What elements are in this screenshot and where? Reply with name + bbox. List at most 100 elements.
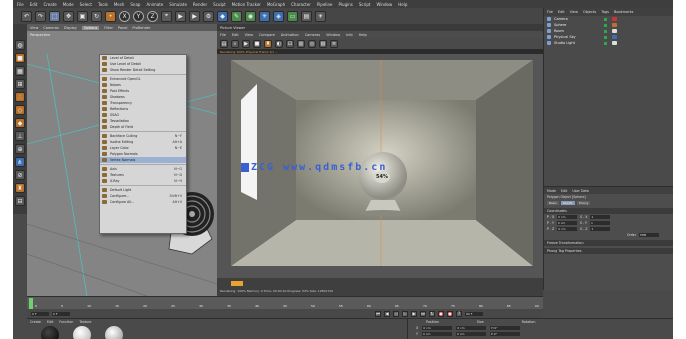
order-dropdown[interactable]: HPB (639, 233, 660, 237)
coordinate-size-field[interactable]: 0 cm (455, 332, 486, 336)
material-menu-edit[interactable]: Edit (47, 320, 53, 324)
attribute-tab-phong[interactable]: Phong (576, 201, 591, 205)
menu-item-file[interactable]: File (17, 2, 24, 7)
subdivision-icon[interactable]: ◉ (245, 10, 256, 22)
object-tag-icon[interactable] (612, 35, 617, 39)
attribute-tab-coord[interactable]: Coord. (560, 201, 575, 205)
options-menu-item[interactable]: Depth of Field (100, 124, 186, 130)
redo-icon[interactable]: ↷ (35, 10, 46, 22)
layers-icon[interactable]: ≡ (330, 39, 338, 48)
coordinate-size-field[interactable]: 0 cm (456, 326, 487, 330)
coordinate-pos-field[interactable]: 0 cm (421, 332, 452, 336)
rotate-icon[interactable]: ↻ (91, 10, 102, 22)
object-tag-icon[interactable] (612, 29, 617, 33)
material-swatch-grey[interactable] (105, 326, 123, 339)
menu-item-plugins[interactable]: Plugins (339, 2, 353, 7)
coordinate-rot-field[interactable]: H 0° (490, 326, 521, 330)
phong-section[interactable]: Phong Tag Properties (544, 248, 673, 254)
visibility-check-icon[interactable] (604, 29, 607, 33)
material-swatch-black[interactable] (41, 326, 59, 339)
visibility-check-icon[interactable] (604, 23, 607, 27)
attribute-menu-mode[interactable]: Mode (547, 189, 556, 193)
menu-item-mode[interactable]: Mode (63, 2, 74, 7)
stop-icon[interactable]: ■ (253, 39, 261, 48)
menu-item-motion-tracker[interactable]: Motion Tracker (232, 2, 261, 7)
coordinate-system-icon[interactable]: ⌖ (161, 10, 172, 22)
prev-key-icon[interactable]: ◀ (384, 310, 390, 317)
floor-icon[interactable]: ▭ (287, 10, 298, 22)
coordinate-pos-field[interactable]: 0 cm (422, 326, 453, 330)
material-menu-texture[interactable]: Texture (79, 320, 91, 324)
material-menu-create[interactable]: Create (30, 320, 41, 324)
playhead[interactable] (29, 298, 33, 309)
workplane-lock-icon[interactable]: ⊟ (15, 196, 25, 206)
menu-item-sculpt[interactable]: Sculpt (213, 2, 226, 7)
menu-item-mesh[interactable]: Mesh (114, 2, 125, 7)
position-field[interactable]: 0 cm (557, 215, 578, 219)
lock-icon[interactable]: ♜ (15, 183, 25, 193)
enable-axis-icon[interactable]: ⊥ (15, 131, 25, 141)
compare-icon[interactable]: ◐ (275, 39, 283, 48)
freeze-section[interactable]: Freeze Transformation (544, 240, 673, 246)
autokey-icon[interactable]: ● (447, 310, 453, 317)
attribute-tab-basic[interactable]: Basic (547, 201, 559, 205)
picture-viewer-menu-cameras[interactable]: Cameras (305, 33, 321, 37)
end-frame-field[interactable]: 90 F (465, 311, 483, 316)
picture-viewer-menu-info[interactable]: Info (346, 33, 353, 37)
light-icon[interactable]: ☀ (315, 10, 326, 22)
cube-icon[interactable]: ◆ (217, 10, 228, 22)
y-axis-icon[interactable]: Y (133, 10, 144, 22)
scale-field[interactable]: 1 (590, 215, 611, 219)
next-key-icon[interactable]: ▶ (411, 310, 417, 317)
quantize-icon[interactable]: ⊘ (15, 170, 25, 180)
object-tag-icon[interactable] (612, 23, 617, 27)
z-axis-icon[interactable]: Z (147, 10, 158, 22)
timeline-ruler[interactable]: 0 5 10 15 20 25 30 35 40 45 50 55 60 65 70 75 80 85 90 (27, 296, 543, 309)
menu-item-help[interactable]: Help (398, 2, 407, 7)
visibility-check-icon[interactable] (604, 35, 607, 39)
scale-icon[interactable]: ▣ (77, 10, 88, 22)
undo-icon[interactable]: ↶ (21, 10, 32, 22)
object-tag-icon[interactable] (612, 41, 617, 45)
object-tag-icon[interactable] (612, 17, 617, 21)
move-icon[interactable]: ✥ (63, 10, 74, 22)
play-forward-icon[interactable]: ▷ (402, 310, 408, 317)
snap-icon[interactable]: ⋔ (15, 157, 25, 167)
array-icon[interactable]: ✳ (259, 10, 270, 22)
points-mode-icon[interactable]: ∴ (15, 92, 25, 102)
camera-icon[interactable]: ▤ (301, 10, 312, 22)
perspective-viewport[interactable]: View Cameras Display Options Filter Panel ProR… (27, 24, 217, 296)
material-menu-function[interactable]: Function (59, 320, 73, 324)
current-frame-field[interactable]: 0 F (52, 311, 70, 316)
object-menu-view[interactable]: View (570, 10, 578, 14)
edges-mode-icon[interactable]: ◇ (15, 105, 25, 115)
keyframe-selection-icon[interactable]: ? (456, 310, 462, 317)
picture-viewer-menu-edit[interactable]: Edit (232, 33, 239, 37)
visibility-check-icon[interactable] (604, 17, 607, 21)
picture-viewer-menu-help[interactable]: Help (359, 33, 367, 37)
fit-icon[interactable]: ⊡ (286, 39, 294, 48)
workplane-icon[interactable]: ⊞ (15, 79, 25, 89)
visibility-check-icon[interactable] (604, 41, 607, 45)
object-menu-file[interactable]: File (547, 10, 553, 14)
render-settings-icon[interactable]: ⚙ (203, 10, 214, 22)
play-icon[interactable]: ▶ (242, 39, 250, 48)
texture-mode-icon[interactable]: ▦ (15, 66, 25, 76)
menu-item-snap[interactable]: Snap (130, 2, 140, 7)
make-editable-icon[interactable]: ◍ (15, 40, 25, 50)
menu-item-mograph[interactable]: MoGraph (267, 2, 285, 7)
object-menu-bookmarks[interactable]: Bookmarks (614, 10, 634, 14)
menu-item-select[interactable]: Select (80, 2, 92, 7)
live-select-icon[interactable]: ⬚ (49, 10, 60, 22)
pen-icon[interactable]: ✎ (231, 10, 242, 22)
lock-view-icon[interactable]: ♜ (264, 39, 272, 48)
history-tab[interactable] (231, 281, 243, 286)
model-mode-icon[interactable]: ■ (15, 53, 25, 63)
start-frame-field[interactable]: 0 F (31, 311, 49, 316)
menu-item-simulate[interactable]: Simulate (169, 2, 187, 7)
menu-item-pipeline[interactable]: Pipeline (317, 2, 333, 7)
loop-icon[interactable]: ↻ (429, 310, 435, 317)
picture-viewer-menu-animation[interactable]: Animation (281, 33, 299, 37)
position-field[interactable]: 0 cm (556, 221, 577, 225)
position-field[interactable]: 0 cm (557, 227, 578, 231)
